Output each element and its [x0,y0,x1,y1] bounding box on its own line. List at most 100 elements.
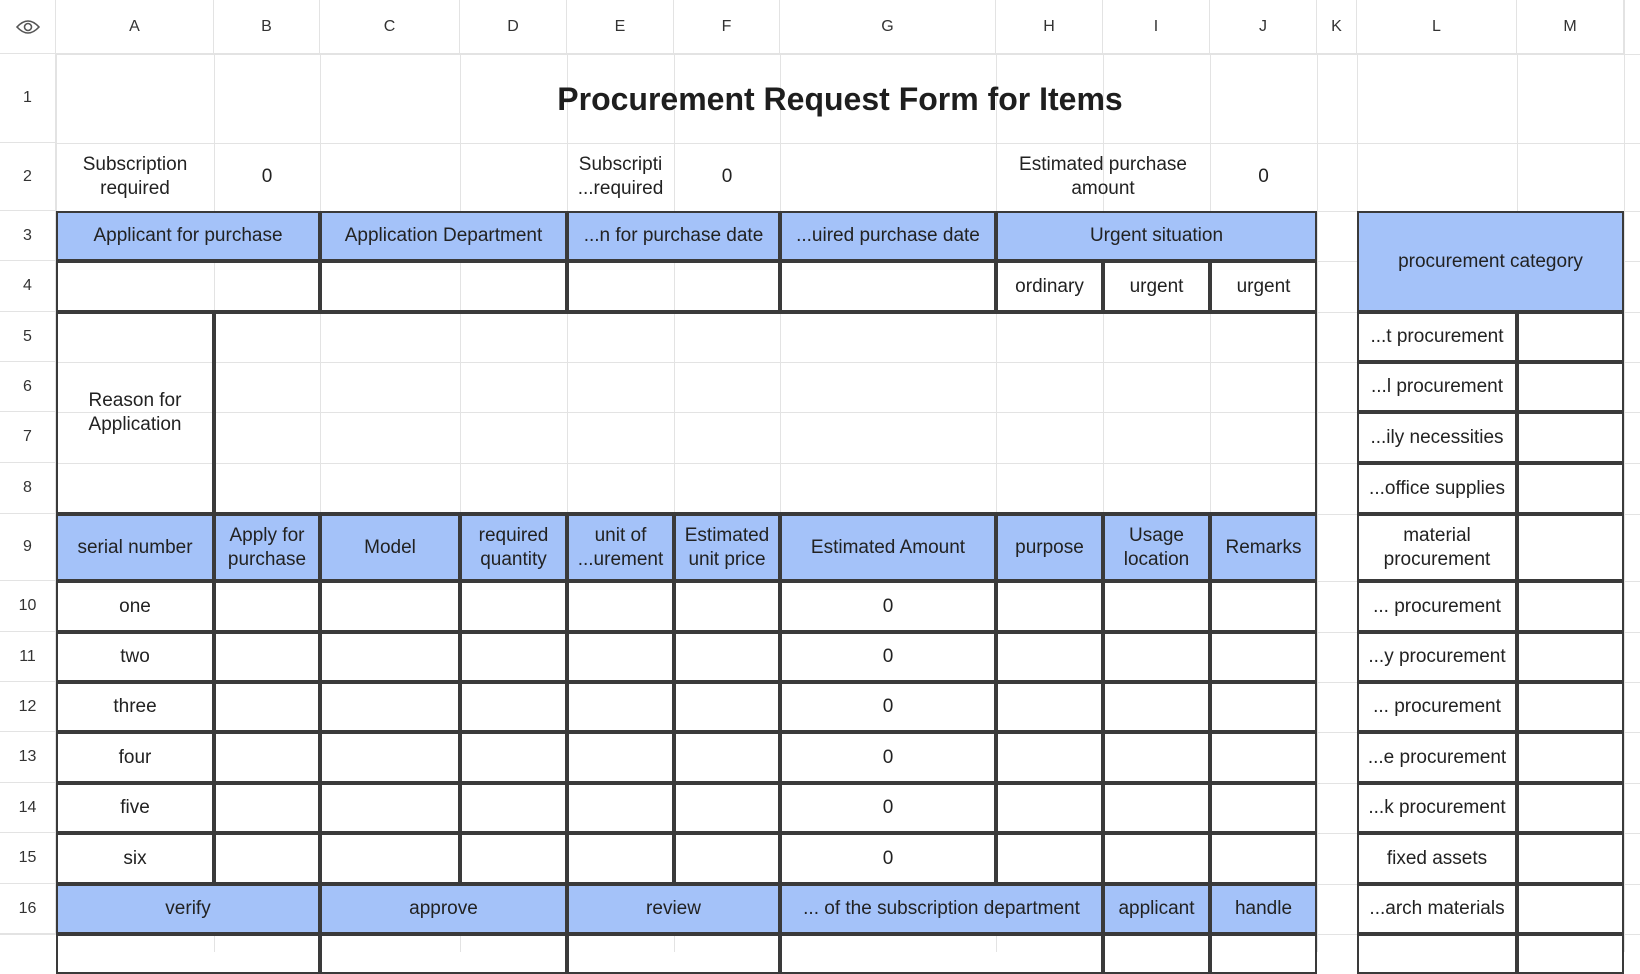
table-cell[interactable] [1210,833,1317,884]
estimated-amount-cell[interactable]: 0 [780,732,996,783]
reason-input[interactable] [214,312,1317,514]
category-item[interactable]: ...ily necessities [1357,412,1517,463]
row-header-15[interactable]: 15 [0,833,56,884]
table-cell[interactable] [567,833,674,884]
table-cell[interactable] [214,632,320,682]
signature-cell[interactable] [320,934,567,974]
column-header-g[interactable]: G [780,0,996,54]
table-cell[interactable] [214,783,320,833]
category-check-cell[interactable] [1517,412,1624,463]
table-cell[interactable] [214,732,320,783]
subscription-required-value[interactable]: 0 [214,143,320,211]
estimated-purchase-amount-label[interactable]: Estimated purchase amount [996,143,1210,211]
row-header-13[interactable]: 13 [0,732,56,783]
eye-icon[interactable] [15,19,40,35]
department-input[interactable] [320,261,567,312]
table-cell[interactable] [567,783,674,833]
category-item[interactable]: ...office supplies [1357,463,1517,514]
table-cell[interactable] [996,833,1103,884]
category-check-cell[interactable] [1517,514,1624,581]
estimated-amount-cell[interactable]: 0 [780,581,996,632]
category-check-cell[interactable] [1517,682,1624,732]
table-header-9[interactable]: Remarks [1210,514,1317,581]
serial-cell[interactable]: four [56,732,214,783]
serial-cell[interactable]: two [56,632,214,682]
ordinary-option[interactable]: ordinary [996,261,1103,312]
column-header-m[interactable]: M [1517,0,1624,54]
table-cell[interactable] [320,783,460,833]
table-cell[interactable] [460,632,567,682]
table-cell[interactable] [460,682,567,732]
estimated-amount-cell[interactable]: 0 [780,783,996,833]
table-cell[interactable] [460,783,567,833]
approve-header[interactable]: approve [320,884,567,934]
table-cell[interactable] [214,682,320,732]
category-item[interactable]: ... procurement [1357,581,1517,632]
row-header-6[interactable]: 6 [0,362,56,412]
table-cell[interactable] [996,783,1103,833]
category-item[interactable]: material procurement [1357,514,1517,581]
table-cell[interactable] [674,833,780,884]
row-header-12[interactable]: 12 [0,682,56,732]
table-cell[interactable] [1103,682,1210,732]
subscription-required-label-2[interactable]: Subscripti ...required [567,143,674,211]
application-date-input[interactable] [567,261,780,312]
serial-cell[interactable]: five [56,783,214,833]
table-header-0[interactable]: serial number [56,514,214,581]
serial-cell[interactable]: three [56,682,214,732]
row-header-9[interactable]: 9 [0,514,56,581]
table-cell[interactable] [567,732,674,783]
column-header-d[interactable]: D [460,0,567,54]
estimated-amount-cell[interactable]: 0 [780,632,996,682]
row-header-14[interactable]: 14 [0,783,56,833]
estimated-amount-cell[interactable]: 0 [780,833,996,884]
table-header-6[interactable]: Estimated Amount [780,514,996,581]
row-header-10[interactable]: 10 [0,581,56,632]
table-cell[interactable] [1210,783,1317,833]
table-cell[interactable] [567,632,674,682]
category-item[interactable]: ...l procurement [1357,362,1517,412]
category-check-cell[interactable] [1517,362,1624,412]
applicant-input[interactable] [56,261,320,312]
signature-cell[interactable] [56,934,320,974]
row-header-7[interactable]: 7 [0,412,56,463]
category-check-cell[interactable] [1517,833,1624,884]
column-header-a[interactable]: A [56,0,214,54]
category-check-cell[interactable] [1517,312,1624,362]
category-check-cell[interactable] [1517,934,1624,974]
table-cell[interactable] [1210,732,1317,783]
application-date-header[interactable]: ...n for purchase date [567,211,780,261]
column-header-f[interactable]: F [674,0,780,54]
signature-cell[interactable] [780,934,1103,974]
category-check-cell[interactable] [1517,581,1624,632]
row-header-2[interactable]: 2 [0,143,56,211]
row-header-11[interactable]: 11 [0,632,56,682]
table-cell[interactable] [460,581,567,632]
table-cell[interactable] [214,581,320,632]
row-header-3[interactable]: 3 [0,211,56,261]
category-check-cell[interactable] [1517,463,1624,514]
column-header-b[interactable]: B [214,0,320,54]
table-cell[interactable] [674,732,780,783]
page-title[interactable]: Procurement Request Form for Items [56,54,1624,143]
table-cell[interactable] [674,581,780,632]
estimated-purchase-amount-value[interactable]: 0 [1210,143,1317,211]
table-header-2[interactable]: Model [320,514,460,581]
category-item[interactable]: ...k procurement [1357,783,1517,833]
column-header-e[interactable]: E [567,0,674,54]
urgent-option[interactable]: urgent [1103,261,1210,312]
table-cell[interactable] [674,682,780,732]
table-header-5[interactable]: Estimated unit price [674,514,780,581]
category-check-cell[interactable] [1517,632,1624,682]
table-cell[interactable] [460,732,567,783]
table-cell[interactable] [674,632,780,682]
subscription-department-header[interactable]: ... of the subscription department [780,884,1103,934]
table-header-1[interactable]: Apply for purchase [214,514,320,581]
table-cell[interactable] [1103,783,1210,833]
urgent-situation-header[interactable]: Urgent situation [996,211,1317,261]
category-item[interactable]: ...y procurement [1357,632,1517,682]
row-header-8[interactable]: 8 [0,463,56,514]
column-header-h[interactable]: H [996,0,1103,54]
category-item[interactable]: ...e procurement [1357,732,1517,783]
category-item[interactable]: ...t procurement [1357,312,1517,362]
